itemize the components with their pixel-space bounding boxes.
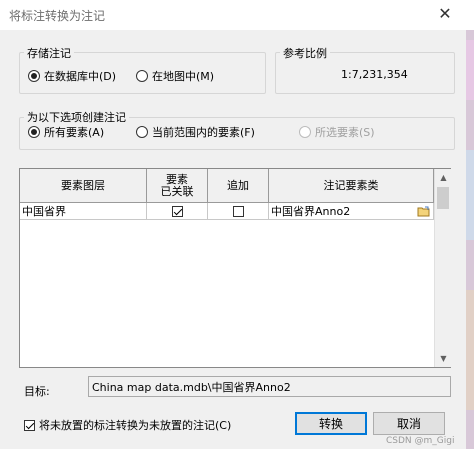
convert-unplaced-label: 将未放置的标注转换为未放置的注记(C) <box>39 419 232 432</box>
target-field[interactable]: China map data.mdb\中国省界Anno2 <box>88 376 451 397</box>
all-features-radio[interactable]: 所有要素(A) <box>28 124 104 140</box>
cancel-button-label: 取消 <box>396 417 421 431</box>
features-in-extent-label: 当前范围内的要素(F) <box>152 126 255 139</box>
scroll-down-icon[interactable]: ▼ <box>435 350 452 367</box>
storage-group-legend: 存储注记 <box>24 45 74 61</box>
checkbox-indicator <box>24 419 35 431</box>
store-in-map-label: 在地图中(M) <box>152 70 215 83</box>
create-for-legend: 为以下选项创建注记 <box>24 109 129 125</box>
radio-indicator <box>299 126 311 138</box>
table-cell-annotation-class[interactable]: 中国省界Anno2 <box>269 203 434 220</box>
table-cell-append <box>208 203 269 220</box>
all-features-label: 所有要素(A) <box>44 126 105 139</box>
window-title: 将标注转换为注记 <box>9 9 106 23</box>
background-map-strip <box>466 30 474 449</box>
scrollbar-thumb[interactable] <box>437 187 449 209</box>
column-header-feature-linked[interactable]: 要素 已关联 <box>147 169 208 203</box>
scroll-up-icon[interactable]: ▲ <box>435 169 452 186</box>
convert-button[interactable]: 转换 <box>295 412 367 435</box>
radio-indicator <box>28 126 40 138</box>
column-header-annotation-class[interactable]: 注记要素类 <box>269 169 434 203</box>
layer-name: 中国省界 <box>22 205 66 218</box>
store-in-map-radio[interactable]: 在地图中(M) <box>136 68 214 84</box>
radio-indicator <box>136 70 148 82</box>
column-header-label: 追加 <box>227 178 249 192</box>
radio-indicator <box>28 70 40 82</box>
column-header-label: 注记要素类 <box>323 178 379 192</box>
column-header-append[interactable]: 追加 <box>208 169 269 203</box>
selected-features-radio[interactable]: 所选要素(S) <box>299 124 375 140</box>
open-folder-icon[interactable] <box>417 206 430 217</box>
reference-scale-legend: 参考比例 <box>280 45 330 61</box>
cancel-button[interactable]: 取消 <box>373 412 445 435</box>
title-bar: 将标注转换为注记 ✕ <box>0 0 474 30</box>
target-label: 目标: <box>24 385 50 398</box>
store-in-database-label: 在数据库中(D) <box>44 70 117 83</box>
append-checkbox[interactable] <box>232 205 244 217</box>
store-in-database-radio[interactable]: 在数据库中(D) <box>28 68 116 84</box>
table-cell-layer: 中国省界 <box>20 203 147 220</box>
layer-table: 要素图层 要素 已关联 追加 注记要素类 中国省界 中国省界Anno2 ▲ ▼ <box>19 168 451 368</box>
column-header-label: 要素 已关联 <box>160 172 194 198</box>
selected-features-label: 所选要素(S) <box>315 126 375 139</box>
features-in-extent-radio[interactable]: 当前范围内的要素(F) <box>136 124 255 140</box>
column-header-label: 要素图层 <box>61 178 105 192</box>
close-icon[interactable]: ✕ <box>428 2 462 26</box>
column-header-feature-layer[interactable]: 要素图层 <box>20 169 147 203</box>
radio-indicator <box>136 126 148 138</box>
feature-linked-checkbox[interactable] <box>171 205 183 217</box>
table-vertical-scrollbar[interactable]: ▲ ▼ <box>434 169 451 367</box>
watermark: CSDN @m_Gigi <box>386 436 455 446</box>
convert-unplaced-checkbox[interactable]: 将未放置的标注转换为未放置的注记(C) <box>24 417 231 433</box>
table-cell-linked <box>147 203 208 220</box>
reference-scale-value: 1:7,231,354 <box>341 68 408 81</box>
annotation-class-name: 中国省界Anno2 <box>271 205 351 218</box>
convert-button-label: 转换 <box>318 417 343 431</box>
